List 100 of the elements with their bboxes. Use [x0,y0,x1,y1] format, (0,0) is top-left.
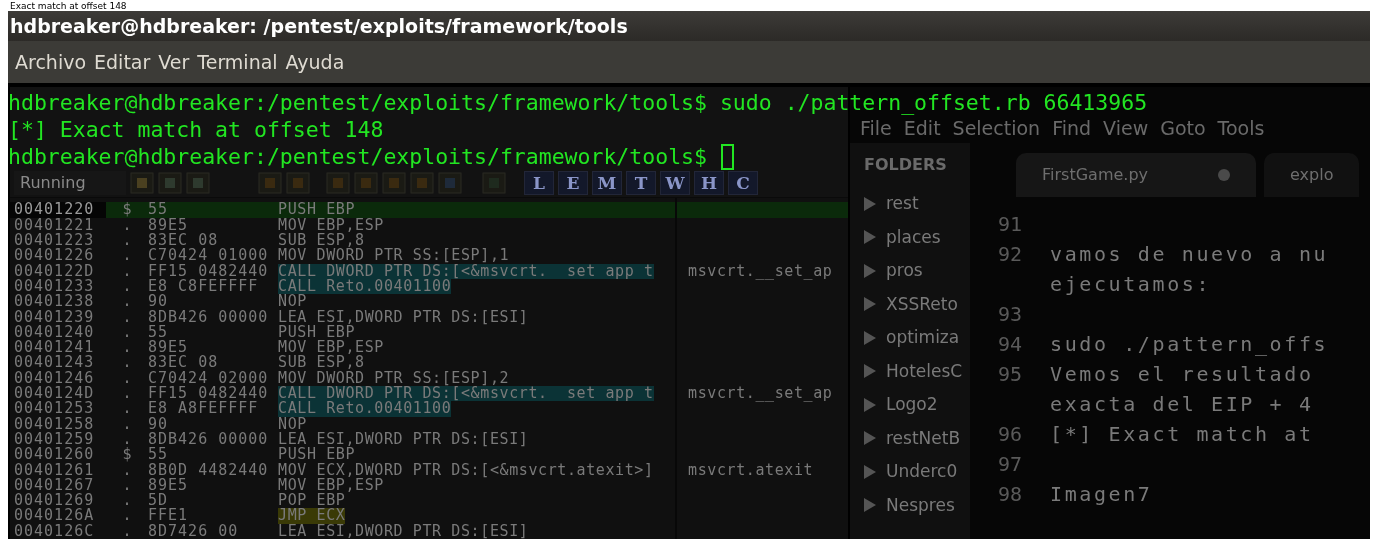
folder-item[interactable]: Logo2 [864,388,970,422]
disassembly-row[interactable]: 00401269 . 5D POP EBP [10,493,848,509]
disassembly-row[interactable]: 00401260 $ 55 PUSH EBP [10,447,848,463]
folder-item[interactable]: pros [864,254,970,288]
expand-triangle-icon [864,330,876,345]
instruction-cell: PUSH EBP [278,202,356,218]
address-cell-text: 00401259 [13,431,96,448]
disassembly-row[interactable]: 0040124D . FF15 0482440 CALL DWORD PTR DS:[<&msvcrt.__set_app_t msvcrt.__set_ap [10,386,848,402]
toolbar-button[interactable]: C [728,171,758,196]
folder-item[interactable]: rest [864,187,970,221]
marker-cell-text: . [121,233,133,249]
address-cell-text: 00401241 [13,340,96,356]
instruction-cell: CALL Reto.00401100 [278,401,452,417]
line-number: 96 [998,422,1023,446]
folder-item[interactable]: XSSReto [864,287,970,321]
address-cell-text: 00401258 [13,416,96,432]
marker-cell-text: . [121,401,133,417]
address-cell-text: 00401246 [13,370,96,387]
menu-item[interactable]: Ver [158,47,190,77]
marker-cell-text: . [121,355,133,371]
hex-cell-text: C70424 02000 [148,370,270,387]
line-number: 98 [998,482,1023,506]
disassembly-row[interactable]: 00401253 . E8 A8FEFFFF CALL Reto.00401100 [10,401,848,417]
toolbar-button[interactable]: M [592,171,622,196]
folder-item[interactable]: restNetB [864,421,970,455]
editor-tab[interactable]: FirstGame.py [1016,153,1256,197]
disassembly-row[interactable]: 00401243 . 83EC 08 SUB ESP,8 [10,355,848,371]
disassembly-row[interactable]: 00401267 . 89E5 MOV EBP,ESP [10,477,848,494]
disassembly-row[interactable]: 00401241 . 89E5 MOV EBP,ESP [10,340,848,356]
menu-item[interactable]: Editar [94,47,151,77]
toolbar-button[interactable]: T [626,171,656,196]
hex-cell-text: 55 [148,447,169,463]
marker-cell-text: . [121,386,133,402]
marker-cell-text: . [121,217,133,234]
hex-cell-text: 55 [148,324,169,341]
disassembly-row[interactable]: 0040122D . FF15 0482440 CALL DWORD PTR DS:[<&msvcrt.__set_app_t msvcrt.__set_ap [10,263,848,279]
marker-cell-text: . [121,294,133,310]
address-cell-text: 00401269 [13,493,96,509]
marker-cell-text: . [121,416,133,432]
marker-cell-text: . [121,370,133,387]
folder-item[interactable]: Nespres [864,488,970,522]
address-cell-text: 00401261 [13,462,96,478]
disassembly-row[interactable]: 00401223 . 83EC 08 SUB ESP,8 [10,233,848,249]
instruction-cell: LEA ESI,DWORD PTR DS:[ESI] [278,523,529,539]
menu-item[interactable]: Selection [952,113,1041,143]
menu-item[interactable]: Find [1052,113,1092,143]
expand-triangle-icon [864,397,876,412]
disassembly-row[interactable]: 0040126C . 8D7426 00 LEA ESI,DWORD PTR DS:[ESI] [10,523,848,539]
hex-cell-text: 89E5 [148,217,190,234]
disassembly-row[interactable]: 0040126A . FFE1 JMP ECX [10,508,848,524]
expand-triangle-icon [864,498,876,513]
menu-item[interactable]: View [1103,113,1149,143]
hex-cell-text: E8 C8FEFFFF [148,278,260,295]
address-cell-text: 00401243 [13,355,96,371]
marker-cell-text: $ [121,447,133,463]
expand-triangle-icon [864,297,876,312]
menu-item[interactable]: Goto [1160,113,1206,143]
toolbar-button[interactable]: H [694,171,724,196]
menu-item[interactable]: Terminal [197,47,278,77]
disassembly-row[interactable]: 00401221 . 89E5 MOV EBP,ESP [10,217,848,234]
toolbar-button[interactable]: L [524,171,554,196]
menu-item[interactable]: Archivo [15,47,87,77]
disassembly-row[interactable]: 00401220 $ 55 PUSH EBP [10,202,848,218]
folder-item[interactable]: optimiza [864,321,970,355]
disassembly-row[interactable]: 00401246 . C70424 02000 MOV DWORD PTR SS:[ESP],2 [10,370,848,387]
folder-item[interactable]: Underc0 [864,455,970,489]
menu-item[interactable]: Tools [1217,113,1265,143]
disassembly-row[interactable]: 00401261 . 8B0D 4482440 MOV ECX,DWORD PTR DS:[<&msvcrt.atexit>] msvcrt.atexit [10,462,848,478]
expand-triangle-icon [864,196,876,211]
toolbar-button[interactable]: W [660,171,690,196]
menu-item[interactable]: Edit [903,113,941,143]
instruction-cell: CALL DWORD PTR DS:[<&msvcrt.__set_app_t [278,386,654,402]
hex-cell-text: 8DB426 00000 [148,431,270,448]
instruction-cell: MOV EBP,ESP [278,340,384,356]
expand-triangle-icon [864,464,876,479]
code-line: ejecutamos: [1050,271,1212,298]
instruction-cell: POP EBP [278,493,346,509]
expand-triangle-icon [864,431,876,446]
disassembly-row[interactable]: 00401258 . 90 NOP [10,416,848,432]
address-cell-text: 0040126C [13,523,96,539]
toolbar-button[interactable]: E [558,171,588,196]
editor-tab[interactable]: explo [1264,153,1360,197]
instruction-cell: NOP [278,416,307,432]
address-cell-text: 00401233 [13,278,96,295]
disassembly-row[interactable]: 00401259 . 8DB426 00000 LEA ESI,DWORD PTR DS:[ESI] [10,431,848,448]
menu-item[interactable]: Ayuda [285,47,345,77]
disassembly-row[interactable]: 00401238 . 90 NOP [10,294,848,310]
disassembly-row[interactable]: 00401226 . C70424 01000 MOV DWORD PTR SS:[ESP],1 [10,248,848,264]
disassembly-row[interactable]: 00401239 . 8DB426 00000 LEA ESI,DWORD PTR DS:[ESI] [10,309,848,325]
code-line: Imagen7 [1050,481,1153,508]
instruction-cell: MOV EBP,ESP [278,477,384,494]
marker-cell-text: . [121,324,133,341]
hex-cell-text: 83EC 08 [148,355,219,371]
hex-cell-text: 8B0D 4482440 [148,462,270,478]
folder-item[interactable]: HotelesC [864,354,970,388]
marker-cell-text: . [121,340,133,356]
menu-item[interactable]: File [860,113,892,143]
folder-item[interactable]: places [864,220,970,254]
hex-cell-text: 8DB426 00000 [148,309,270,325]
disassembly-row[interactable]: 00401240 . 55 PUSH EBP [10,324,848,341]
